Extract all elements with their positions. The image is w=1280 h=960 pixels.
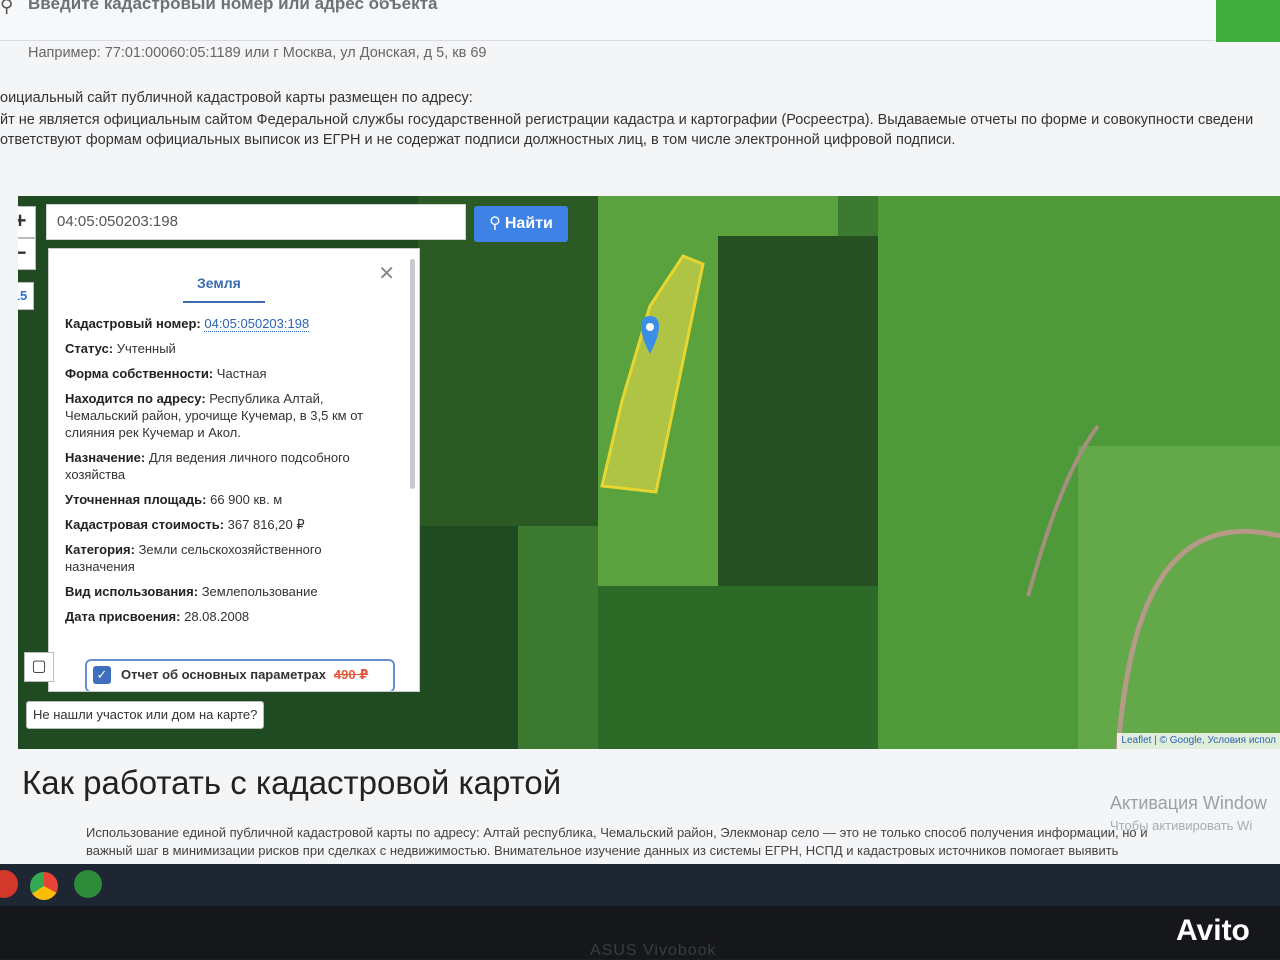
attribute-row: Кадастровый номер: 04:05:050203:198 xyxy=(65,316,310,332)
panel-toggle-icon[interactable]: ▢ xyxy=(24,652,54,682)
find-button[interactable]: ⚲ Найти xyxy=(474,206,568,242)
section-title: Как работать с кадастровой картой xyxy=(22,764,562,801)
find-button-label: Найти xyxy=(504,215,553,232)
windows-activation-title: Активация Window xyxy=(1110,793,1267,813)
disclaimer-notice: оициальный сайт публичной кадастровой ка… xyxy=(0,88,1280,150)
search-submit-button[interactable] xyxy=(1216,0,1280,42)
windows-taskbar xyxy=(0,864,1280,906)
windows-activation-subtitle: Чтобы активировать Wi xyxy=(1110,818,1253,833)
paragraph-line: Использование единой публичной кадастров… xyxy=(86,825,1148,840)
cadastral-map[interactable]: + − 15 04:05:050203:198 ⚲Найти Земля ✕ К… xyxy=(18,196,1280,749)
zoom-out-button[interactable]: − xyxy=(18,238,36,270)
address-search-bar[interactable]: ⚲ Введите кадастровый номер или адрес об… xyxy=(0,0,1215,41)
attribute-row: Вид использования: Землепользование xyxy=(65,584,318,599)
cadastral-number-input[interactable]: 04:05:050203:198 xyxy=(46,204,466,240)
disclaimer-line: ответствуют формам официальных выписок и… xyxy=(0,132,956,148)
search-example-hint: Например: 77:01:00060:05:1189 или г Моск… xyxy=(28,45,487,61)
tab-land[interactable]: Земля xyxy=(197,275,241,291)
attribute-row: Кадастровая стоимость: 367 816,20 ₽ xyxy=(65,517,305,532)
browser-screen: ⚲ Введите кадастровый номер или адрес об… xyxy=(0,0,1280,880)
address-search-placeholder[interactable]: Введите кадастровый номер или адрес объе… xyxy=(28,0,437,14)
report-option[interactable]: ✓ Отчет об основных параметрах 490 ₽ xyxy=(85,659,395,691)
not-found-button[interactable]: Не нашли участок или дом на карте? xyxy=(26,701,265,729)
checkbox-checked-icon[interactable]: ✓ xyxy=(93,666,111,684)
disclaimer-line: оициальный сайт публичной кадастровой ка… xyxy=(0,90,473,106)
paragraph-line: важный шаг в минимизации рисков при сдел… xyxy=(86,843,1119,858)
section-text: Использование единой публичной кадастров… xyxy=(86,824,1266,860)
parcel-info-panel: Земля ✕ Кадастровый номер: 04:05:050203:… xyxy=(48,248,420,692)
report-label: Отчет об основных параметрах xyxy=(121,667,326,682)
cadastral-number-link[interactable]: 04:05:050203:198 xyxy=(204,316,310,332)
avito-watermark: Avito xyxy=(1176,914,1250,947)
attribute-row: Дата присвоения: 28.08.2008 xyxy=(65,609,250,624)
panel-scrollbar[interactable] xyxy=(410,259,415,489)
attribute-row: Статус: Учтенный xyxy=(65,341,176,356)
attribute-row: Назначение: Для ведения личного подсобно… xyxy=(65,450,350,482)
map-attribution[interactable]: Leaflet | © Google, Условия испол xyxy=(1117,733,1280,749)
search-icon: ⚲ xyxy=(489,215,501,232)
attribute-row: Находится по адресу: Республика Алтай, Ч… xyxy=(65,391,364,440)
zoom-in-button[interactable]: + xyxy=(18,206,36,238)
zoom-level-indicator: 15 xyxy=(18,282,34,310)
close-icon[interactable]: ✕ xyxy=(378,261,395,286)
search-icon: ⚲ xyxy=(0,0,14,16)
attribute-row: Форма собственности: Частная xyxy=(65,366,267,381)
torrent-icon[interactable] xyxy=(74,870,102,898)
attribute-row: Категория: Земли сельскохозяйственного н… xyxy=(65,542,322,574)
report-price: 490 ₽ xyxy=(333,667,369,682)
disclaimer-line: йт не является официальным сайтом Федера… xyxy=(0,112,1254,128)
laptop-brand-label: ASUS Vivobook xyxy=(590,942,717,959)
chrome-icon[interactable] xyxy=(28,870,60,902)
attribute-row: Уточненная площадь: 66 900 кв. м xyxy=(65,492,283,507)
parcel-attributes: Кадастровый номер: 04:05:050203:198 Стат… xyxy=(65,315,385,633)
active-tab-indicator xyxy=(183,301,265,303)
